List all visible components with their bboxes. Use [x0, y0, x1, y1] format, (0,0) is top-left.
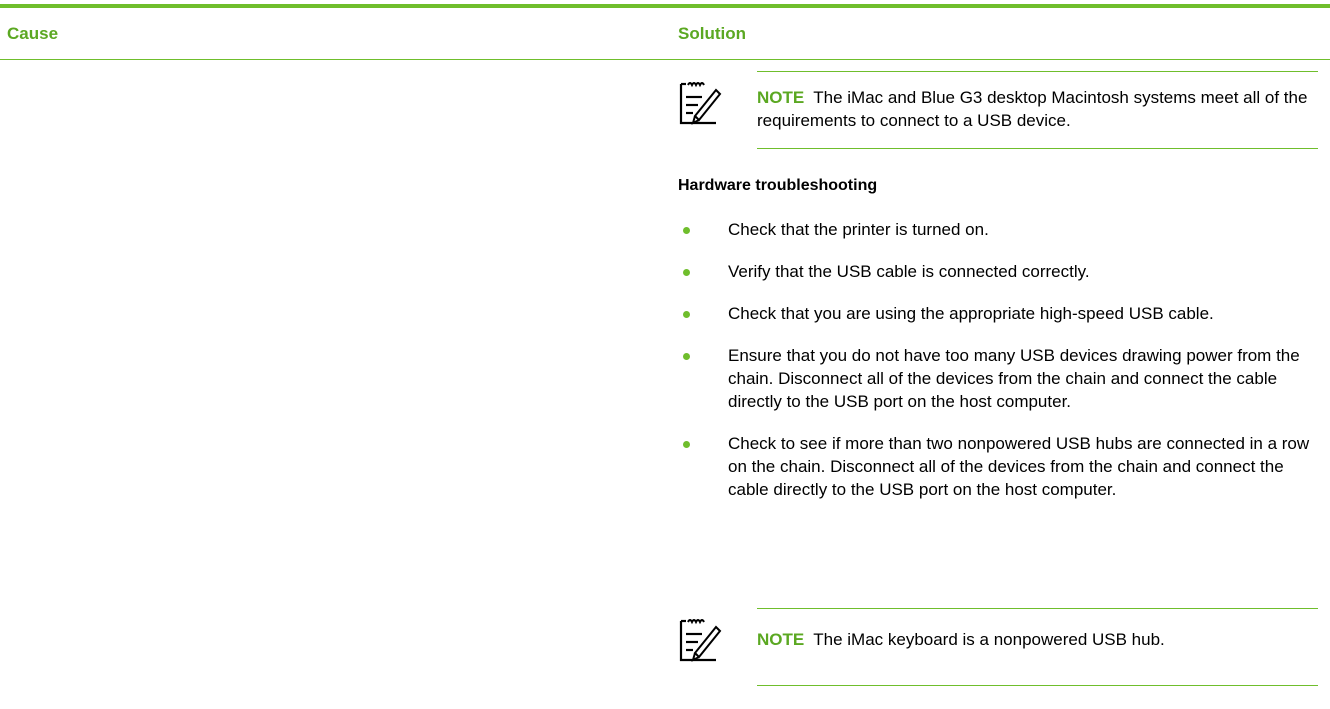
note-text-block: NOTE The iMac keyboard is a nonpowered US…	[757, 609, 1318, 651]
bullet-icon	[683, 311, 690, 318]
note-box: NOTE The iMac and Blue G3 desktop Macinto…	[757, 71, 1318, 149]
list-item-text: Check to see if more than two nonpowered…	[728, 434, 1310, 499]
note-text-block: NOTE The iMac and Blue G3 desktop Macinto…	[757, 72, 1318, 132]
note-text: The iMac keyboard is a nonpowered USB hu…	[813, 630, 1165, 649]
list-item: Check that the printer is turned on.	[678, 218, 1323, 241]
list-item: Ensure that you do not have too many USB…	[678, 344, 1323, 413]
table-top-rule	[0, 4, 1330, 8]
bullet-icon	[683, 227, 690, 234]
list-item: Check that you are using the appropriate…	[678, 302, 1323, 325]
list-item: Check to see if more than two nonpowered…	[678, 432, 1323, 501]
column-header-solution: Solution	[678, 24, 746, 43]
note-text: The iMac and Blue G3 desktop Macintosh s…	[757, 88, 1308, 130]
header-divider	[0, 59, 1330, 60]
list-item-text: Check that the printer is turned on.	[728, 220, 989, 239]
bullet-icon	[683, 269, 690, 276]
hardware-troubleshooting-list: Check that the printer is turned on. Ver…	[678, 218, 1323, 520]
bullet-icon	[683, 353, 690, 360]
list-item-text: Ensure that you do not have too many USB…	[728, 346, 1300, 411]
column-header-cause: Cause	[7, 24, 59, 43]
note-pencil-icon	[679, 82, 722, 125]
note-box: NOTE The iMac keyboard is a nonpowered US…	[757, 608, 1318, 686]
list-item-text: Check that you are using the appropriate…	[728, 304, 1214, 323]
hardware-troubleshooting-heading: Hardware troubleshooting	[678, 177, 878, 194]
list-item: Verify that the USB cable is connected c…	[678, 260, 1323, 283]
note-pencil-icon	[679, 619, 722, 662]
note-label: NOTE	[757, 88, 805, 107]
bullet-icon	[683, 441, 690, 448]
document-page: Cause Solution NOTE The iMac and Blue G3 …	[0, 0, 1330, 709]
note-label: NOTE	[757, 630, 805, 649]
list-item-text: Verify that the USB cable is connected c…	[728, 262, 1090, 281]
